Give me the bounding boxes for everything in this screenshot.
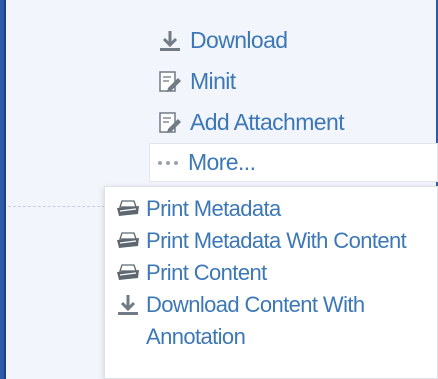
printer-icon: [116, 261, 140, 285]
more-dropdown-menu: Print Metadata Print Metadata With Conte…: [104, 186, 438, 379]
print-content-label: Print Content: [146, 260, 267, 285]
add-attachment-action[interactable]: Add Attachment: [149, 102, 438, 143]
more-label: More...: [188, 149, 256, 175]
more-button[interactable]: More...: [149, 143, 438, 182]
print-metadata-label: Print Metadata: [146, 196, 281, 221]
download-action[interactable]: Download: [149, 20, 438, 61]
download-icon: [158, 29, 182, 53]
divider: [8, 206, 110, 207]
download-content-with-annotation-label: Download Content With Annotation: [146, 292, 365, 349]
print-metadata-with-content-label: Print Metadata With Content: [146, 228, 407, 253]
action-list: Download Minit Add Attachment More...: [149, 20, 438, 182]
more-dots-icon: [156, 151, 180, 175]
edit-note-icon: [158, 70, 182, 94]
minit-label: Minit: [190, 68, 236, 94]
download-icon: [116, 293, 140, 317]
print-metadata-with-content-item[interactable]: Print Metadata With Content: [105, 225, 437, 257]
edit-note-icon: [158, 111, 182, 135]
minit-action[interactable]: Minit: [149, 61, 438, 102]
print-metadata-item[interactable]: Print Metadata: [105, 193, 437, 225]
printer-icon: [116, 229, 140, 253]
printer-icon: [116, 197, 140, 221]
download-content-with-annotation-item[interactable]: Download Content With Annotation: [105, 289, 437, 353]
add-attachment-label: Add Attachment: [190, 109, 345, 135]
print-content-item[interactable]: Print Content: [105, 257, 437, 289]
download-label: Download: [190, 27, 288, 53]
